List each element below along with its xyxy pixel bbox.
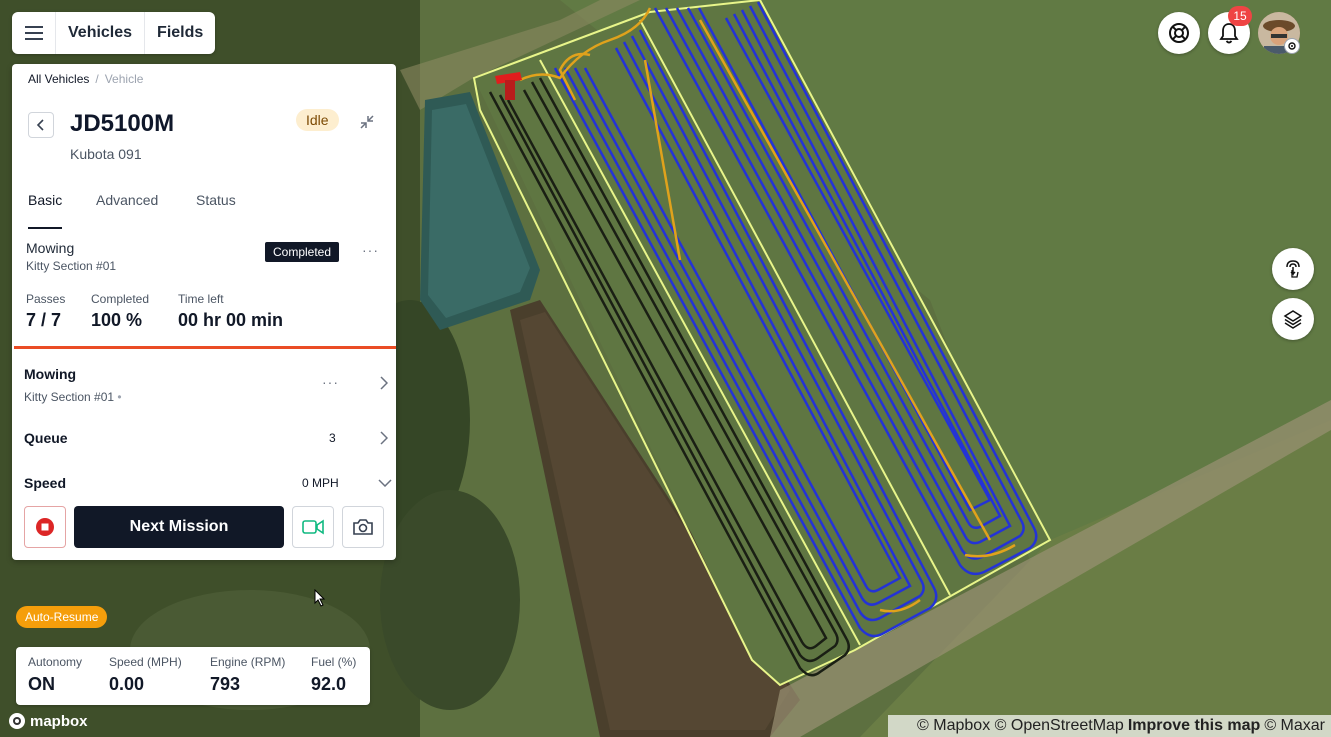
attribution-mapbox[interactable]: © Mapbox (917, 717, 990, 735)
stop-button[interactable] (24, 506, 66, 548)
telemetry-card: Autonomy ON Speed (MPH) 0.00 Engine (RPM… (16, 647, 370, 705)
tab-status[interactable]: Status (196, 192, 236, 228)
notification-count-badge: 15 (1228, 6, 1252, 26)
mission-status-badge: Completed (265, 242, 340, 262)
stat-time-left-value: 00 hr 00 min (178, 310, 284, 330)
telemetry-autonomy-value: ON (28, 674, 55, 694)
fields-nav-button[interactable]: Fields (145, 12, 215, 54)
telemetry-fuel-value: 92.0 (311, 674, 347, 694)
gear-icon (1288, 42, 1296, 50)
mouse-cursor-icon (314, 589, 326, 607)
video-camera-icon (302, 519, 324, 535)
auto-resume-badge[interactable]: Auto-Resume (16, 606, 108, 628)
mission-more-button[interactable]: ··· (362, 242, 379, 258)
layers-button[interactable] (1272, 298, 1314, 340)
map-attribution: © Mapbox © OpenStreetMap Improve this ma… (888, 715, 1331, 737)
current-mission-title: Mowing (24, 366, 77, 382)
telemetry-speed-label: Speed (MPH) (109, 655, 182, 669)
hamburger-icon (24, 26, 43, 40)
collapse-button[interactable] (358, 113, 376, 131)
breadcrumb-all-vehicles[interactable]: All Vehicles (28, 72, 89, 86)
tab-basic[interactable]: Basic (28, 192, 63, 229)
vehicles-nav-button[interactable]: Vehicles (56, 12, 146, 54)
speed-label: Speed (24, 475, 67, 491)
top-nav: Vehicles Fields (12, 12, 216, 54)
stat-completed-label: Completed (91, 292, 150, 306)
current-mission-more-button[interactable]: ··· (322, 374, 339, 390)
breadcrumb: All Vehicles / Vehicle (28, 72, 143, 86)
queue-row[interactable]: Queue 3 (24, 430, 388, 450)
vehicle-model: Kubota 091 (70, 146, 142, 162)
camera-button[interactable] (342, 506, 384, 548)
next-mission-button[interactable]: Next Mission (74, 506, 284, 548)
stop-icon (36, 518, 54, 536)
breadcrumb-separator: / (95, 72, 99, 86)
stat-time-left-label: Time left (178, 292, 224, 306)
telemetry-speed-value: 0.00 (109, 674, 145, 694)
back-button[interactable] (28, 112, 54, 138)
speed-row[interactable]: Speed 0 MPH (24, 475, 392, 495)
touch-pointer-icon (1286, 260, 1300, 278)
attribution-maxar[interactable]: © Maxar (1264, 717, 1325, 735)
chevron-right-icon (380, 431, 388, 445)
chevron-right-icon (380, 376, 388, 390)
mapbox-icon (9, 713, 25, 729)
telemetry-engine-label: Engine (RPM) (210, 655, 286, 669)
mission-progress-bar (14, 346, 396, 349)
avatar-settings-badge (1284, 38, 1300, 54)
lifebuoy-icon (1169, 23, 1189, 43)
minimize-arrows-icon (360, 115, 374, 129)
chevron-left-icon (36, 119, 44, 131)
menu-button[interactable] (12, 12, 56, 54)
tab-bar: Basic Advanced Status (12, 192, 396, 230)
stat-passes-label: Passes (26, 292, 66, 306)
current-mission-field: Kitty Section #01 • (24, 390, 122, 404)
breadcrumb-current: Vehicle (104, 72, 144, 86)
attribution-osm[interactable]: © OpenStreetMap (995, 717, 1124, 735)
speed-value: 0 MPH (302, 476, 339, 490)
stat-completed-value: 100 % (91, 310, 143, 330)
improve-map-link[interactable]: Improve this map (1128, 717, 1260, 735)
telemetry-engine-value: 793 (210, 674, 241, 694)
vehicle-name: JD5100M (70, 110, 175, 137)
stat-passes-value: 7 / 7 (26, 310, 62, 330)
layers-icon (1283, 310, 1303, 329)
vehicle-state-badge: Idle (296, 109, 339, 131)
vehicle-panel: All Vehicles / Vehicle JD5100M Kubota 09… (12, 64, 396, 560)
video-button[interactable] (292, 506, 334, 548)
current-mission-row[interactable]: Mowing Kitty Section #01 • ··· (24, 366, 388, 406)
telemetry-autonomy-label: Autonomy (28, 655, 83, 669)
telemetry-fuel-label: Fuel (%) (311, 655, 357, 669)
chevron-down-icon (378, 479, 392, 487)
mapbox-logo-text: mapbox (30, 712, 88, 730)
locate-button[interactable] (1272, 248, 1314, 290)
queue-label: Queue (24, 430, 68, 446)
queue-count: 3 (329, 431, 336, 445)
support-button[interactable] (1158, 12, 1200, 54)
tab-advanced[interactable]: Advanced (96, 192, 158, 228)
mapbox-logo[interactable]: mapbox (8, 711, 88, 731)
action-bar: Next Mission (24, 506, 384, 548)
mission-field: Kitty Section #01 (26, 259, 117, 273)
mission-title: Mowing (26, 240, 75, 256)
camera-icon (353, 519, 373, 535)
